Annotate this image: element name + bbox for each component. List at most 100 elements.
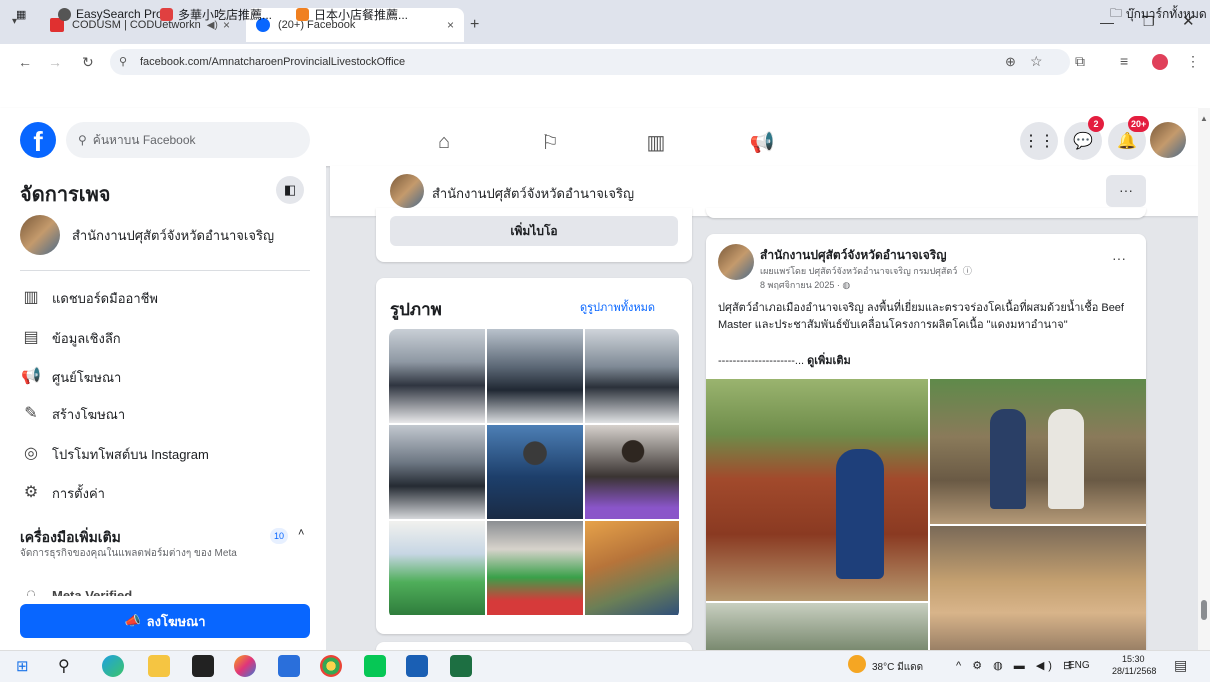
weather-text[interactable]: 38°C มีแดด: [872, 660, 923, 675]
photo-thumbnail[interactable]: [487, 329, 583, 423]
instagram-icon: ◎: [24, 445, 38, 462]
chrome-icon[interactable]: [320, 655, 342, 677]
photos-app-icon[interactable]: [234, 655, 256, 677]
search-icon[interactable]: ⚲: [58, 656, 70, 676]
back-icon[interactable]: ←: [18, 54, 32, 70]
profile-avatar[interactable]: [1150, 122, 1186, 158]
tools-count-badge: 10: [270, 528, 288, 544]
photo-thumbnail[interactable]: [585, 425, 679, 519]
sidebar-item-insights[interactable]: ▤ ข้อมูลเชิงลึก: [20, 327, 120, 349]
sidebar-title: จัดการเพจ: [20, 184, 111, 206]
weather-sun-icon[interactable]: [848, 655, 866, 673]
sidebar-item-create-ad[interactable]: ✎ สร้างโฆษณา: [20, 403, 125, 425]
clock-date[interactable]: 28/11/2568: [1112, 666, 1156, 676]
info-icon[interactable]: ⓘ: [963, 266, 972, 276]
page-scrollbar[interactable]: [1198, 108, 1210, 650]
post-see-more: ---------------------... ดูเพิ่มเติม: [718, 355, 851, 367]
add-bio-button[interactable]: เพิ่มไบโอ: [390, 216, 678, 246]
reload-icon[interactable]: ↻: [82, 54, 94, 71]
bookmark-item[interactable]: EasySearch Pro: [58, 6, 163, 22]
megaphone-icon[interactable]: 📢: [748, 128, 776, 156]
dashboard-icon[interactable]: ▥: [642, 128, 670, 156]
search-placeholder: ค้นหาบน Facebook: [92, 132, 196, 147]
bookmark-item[interactable]: 多華小吃店推薦...: [160, 6, 272, 22]
windows-start-icon[interactable]: ⊞: [16, 657, 29, 675]
photo-thumbnail[interactable]: [389, 329, 485, 423]
sidebar-item-instagram[interactable]: ◎ โปรโมทโพสต์บน Instagram: [20, 443, 209, 465]
sidebar-page-switcher[interactable]: สำนักงานปศุสัตว์จังหวัดอำนาจเจริญ: [20, 215, 274, 255]
megaphone-icon: 📢: [21, 368, 41, 385]
url-field[interactable]: facebook.com/AmnatcharoenProvincialLives…: [110, 49, 1070, 75]
sidebar-item-ad-center[interactable]: 📢 ศูนย์โฆษณา: [20, 366, 121, 388]
site-info-icon[interactable]: ⚲: [119, 55, 127, 68]
photo-figure: [836, 449, 884, 579]
notifications-badge: 20+: [1128, 116, 1150, 132]
all-bookmarks-folder[interactable]: 🗀 บุ๊กมาร์กทั้งหมด: [1110, 6, 1207, 22]
app-icon[interactable]: [192, 655, 214, 677]
home-icon[interactable]: ⌂: [430, 128, 458, 156]
photo-thumbnail[interactable]: [585, 521, 679, 615]
edit-icon: ✎: [24, 405, 38, 422]
post-author[interactable]: สำนักงานปศุสัตว์จังหวัดอำนาจเจริญ: [760, 246, 946, 265]
see-more-link[interactable]: ดูเพิ่มเติม: [807, 355, 851, 367]
post-more-icon[interactable]: ···: [1112, 250, 1126, 266]
flag-icon[interactable]: ⚐: [536, 128, 564, 156]
language-indicator[interactable]: ENG: [1068, 660, 1090, 671]
sidebar-item-settings[interactable]: ⚙ การตั้งค่า: [20, 482, 105, 504]
photo-thumbnail[interactable]: [487, 425, 583, 519]
menu-icon[interactable]: ⋮: [1186, 53, 1200, 70]
extensions-icon[interactable]: ⧉: [1075, 53, 1085, 70]
star-icon[interactable]: ☆: [1030, 53, 1043, 70]
post-photo[interactable]: [930, 379, 1146, 524]
forward-icon[interactable]: →: [48, 54, 62, 70]
menu-grid-icon[interactable]: ⋮⋮: [1020, 122, 1058, 160]
page-avatar[interactable]: [390, 174, 424, 208]
line-icon[interactable]: [364, 655, 386, 677]
apps-icon[interactable]: ▦: [16, 6, 26, 22]
photo-thumbnail[interactable]: [487, 521, 583, 615]
scroll-up-icon[interactable]: ▲: [1200, 114, 1208, 123]
notification-center-icon[interactable]: ▤: [1174, 657, 1187, 674]
post-photo[interactable]: [706, 379, 928, 601]
chevron-up-icon[interactable]: ˄: [298, 527, 304, 539]
system-tray-icons[interactable]: ^ ⚙ ◍ ▬ ◀) ⊟: [956, 659, 1076, 672]
gear-icon: ⚙: [23, 484, 39, 501]
post-photo[interactable]: [706, 603, 928, 650]
more-tools-subtitle: จัดการธุรกิจของคุณในแพลตฟอร์มต่างๆ ของ M…: [20, 548, 237, 559]
profile-avatar[interactable]: [1152, 54, 1168, 70]
dashboard-icon: ▥: [23, 289, 39, 306]
post-published-by: เผยแพร่โดย ปศุสัตว์จังหวัดอำนาจเจริญ กรม…: [760, 266, 972, 276]
bookmark-favicon-icon: [58, 7, 71, 21]
outlook-icon[interactable]: [406, 655, 428, 677]
page-avatar: [20, 215, 60, 255]
see-all-photos-link[interactable]: ดูรูปภาพทั้งหมด: [580, 298, 655, 316]
post-text: ปศุสัตว์อำเภอเมืองอำนาจเจริญ ลงพื้นที่เย…: [718, 302, 1124, 331]
app-icon[interactable]: [278, 655, 300, 677]
photo-thumbnail[interactable]: [389, 521, 485, 615]
sidebar-item-dashboard[interactable]: ▥ แดชบอร์ดมืออาชีพ: [20, 287, 158, 309]
bookmark-favicon-icon: [160, 7, 173, 21]
photo-thumbnail[interactable]: [585, 329, 679, 423]
new-tab-icon[interactable]: +: [470, 16, 479, 34]
facebook-logo-icon[interactable]: f: [20, 122, 56, 158]
excel-icon[interactable]: [450, 655, 472, 677]
scrollbar-thumb[interactable]: [1201, 600, 1207, 620]
edge-icon[interactable]: [102, 655, 124, 677]
promote-ad-button[interactable]: 📣 ลงโฆษณา: [20, 604, 310, 638]
page-name[interactable]: สำนักงานปศุสัตว์จังหวัดอำนาจเจริญ: [432, 183, 634, 204]
zoom-icon[interactable]: ⊕: [1005, 54, 1016, 70]
post-date[interactable]: 8 พฤศจิกายน 2025 · ◍: [760, 278, 850, 292]
file-explorer-icon[interactable]: [148, 655, 170, 677]
media-icon[interactable]: ≡: [1120, 53, 1128, 69]
photo-figure: [1048, 409, 1084, 509]
photo-thumbnail[interactable]: [389, 425, 485, 519]
bookmark-item[interactable]: 日本小店餐推薦...: [296, 6, 408, 22]
collapse-sidebar-icon[interactable]: ◧: [276, 176, 304, 204]
more-options-button[interactable]: ···: [1106, 175, 1146, 207]
close-tab-icon[interactable]: ×: [447, 18, 454, 32]
clock-time[interactable]: 15:30: [1122, 654, 1145, 664]
folder-icon: 🗀: [1110, 5, 1123, 20]
post-photo[interactable]: [930, 526, 1146, 650]
facebook-search-input[interactable]: ⚲ ค้นหาบน Facebook: [66, 122, 310, 158]
post-author-avatar[interactable]: [718, 244, 754, 280]
